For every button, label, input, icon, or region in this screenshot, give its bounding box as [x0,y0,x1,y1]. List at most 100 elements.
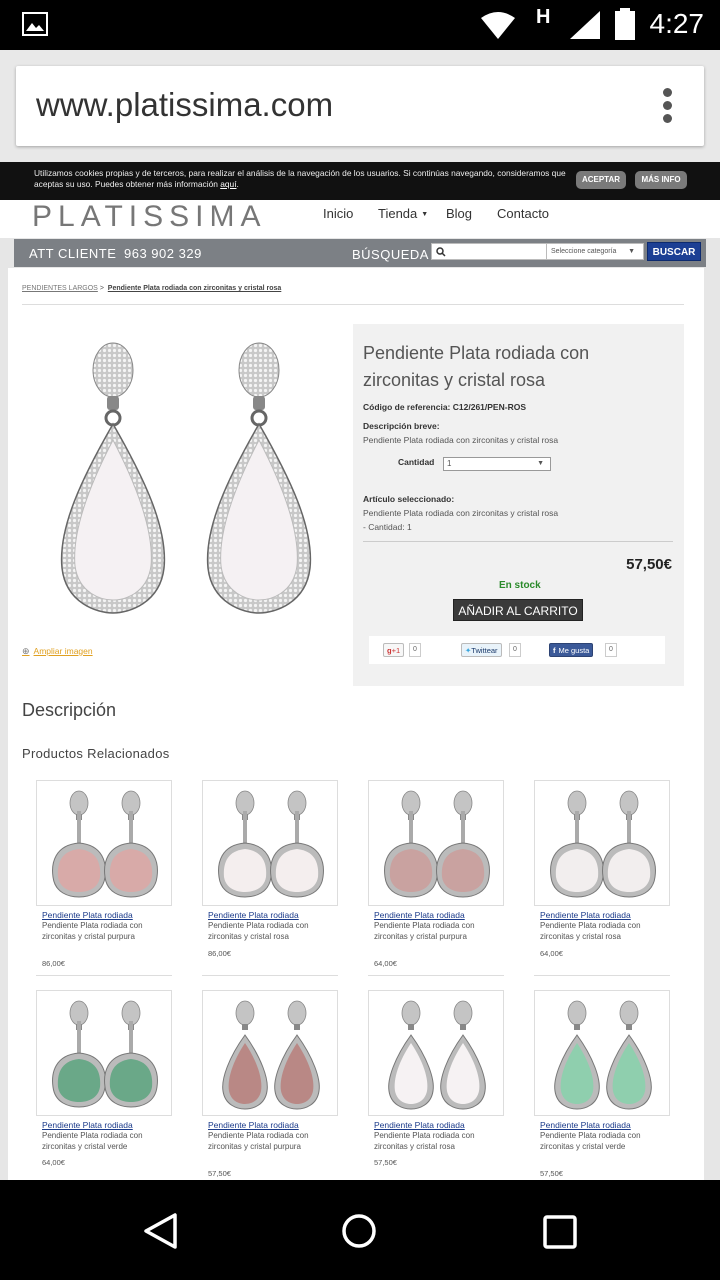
related-product-price: 57,50€ [374,1158,397,1167]
facebook-label: Me gusta [558,646,590,655]
nav-tienda-label: Tienda [378,206,418,221]
related-products-heading: Productos Relacionados [22,746,170,761]
divider [534,975,670,976]
zoom-image-link[interactable]: ⊕ Ampliar imagen [22,646,93,657]
divider [36,975,172,976]
product-title: Pendiente Plata rodiada con zirconitas y… [363,343,590,390]
search-button[interactable]: BUSCAR [647,242,701,261]
stock-status: En stock [499,580,541,591]
selected-item-label: Artículo seleccionado: [363,494,455,504]
related-product-image[interactable] [534,780,670,906]
nav-tienda[interactable]: Tienda ▼ [378,206,428,221]
related-product-name-link[interactable]: Pendiente Plata rodiada [374,1120,465,1130]
earrings-thumbnail [52,790,158,898]
breadcrumb: PENDIENTES LARGOS > Pendiente Plata rodi… [22,285,281,292]
system-navigation-bar [0,1180,720,1280]
related-product-price: 64,00€ [42,1158,65,1167]
google-plus-count: 0 [409,643,421,657]
related-product-price: 86,00€ [208,949,231,958]
recents-icon[interactable] [542,1214,578,1250]
accept-cookies-button[interactable]: ACEPTAR [576,171,626,189]
related-product-image[interactable] [534,990,670,1116]
related-product-name-link[interactable]: Pendiente Plata rodiada [42,910,133,920]
quantity-value: 1 [447,459,452,468]
twitter-label: Twittear [471,646,498,655]
cookie-info-link[interactable]: aquí [220,179,236,189]
address-bar[interactable]: www.platissima.com [16,66,704,146]
nav-inicio[interactable]: Inicio [323,206,353,221]
related-product-price: 64,00€ [374,959,397,968]
related-product-image[interactable] [36,990,172,1116]
related-product-image[interactable] [202,990,338,1116]
more-info-button[interactable]: MÁS INFO [635,171,687,189]
battery-icon [615,8,635,40]
home-icon[interactable] [340,1212,378,1250]
reference-value: C12/261/PEN-ROS [452,402,526,412]
earrings-thumbnail [52,1000,158,1108]
overflow-menu-icon[interactable] [660,88,674,126]
chevron-down-icon: ▼ [628,248,635,255]
related-product-price: 57,50€ [540,1169,563,1178]
divider [202,975,338,976]
search-input[interactable] [431,243,547,260]
related-product-name-link[interactable]: Pendiente Plata rodiada [374,910,465,920]
network-type-label: H [536,6,551,28]
facebook-count: 0 [605,643,617,657]
related-product-price: 57,50€ [208,1169,231,1178]
add-to-cart-button[interactable]: AÑADIR AL CARRITO [453,599,583,621]
selected-item-name: Pendiente Plata rodiada con zirconitas y… [363,508,559,518]
related-product-name-link[interactable]: Pendiente Plata rodiada [208,910,299,920]
signal-icon [570,11,600,39]
related-product-image[interactable] [368,780,504,906]
divider [22,304,684,305]
related-product-image[interactable] [368,990,504,1116]
short-description: Pendiente Plata rodiada con zirconitas y… [363,435,559,445]
dropdown-arrow-icon: ▼ [421,211,429,218]
customer-service-label: ATT CLIENTE [29,246,117,261]
url-text[interactable]: www.platissima.com [36,86,333,124]
nav-contacto[interactable]: Contacto [497,206,549,221]
divider [368,975,504,976]
status-bar: H 4:27 [0,0,720,50]
earrings-thumbnail [384,790,490,898]
product-image[interactable] [22,328,342,638]
short-description-label: Descripción breve: [363,421,440,431]
breadcrumb-current: Pendiente Plata rodiada con zirconitas y… [107,285,282,292]
related-product-description: Pendiente Plata rodiada con zirconitas y… [374,1131,475,1151]
related-product-name-link[interactable]: Pendiente Plata rodiada [208,1120,299,1130]
search-label: BÚSQUEDA [352,247,429,262]
earrings-thumbnail [218,790,324,898]
image-notification-icon [22,12,48,36]
related-product-description: Pendiente Plata rodiada con zirconitas y… [374,921,475,941]
related-product-description: Pendiente Plata rodiada con zirconitas y… [540,1131,641,1151]
description-heading: Descripción [22,700,117,720]
customer-phone[interactable]: 963 902 329 [124,246,202,261]
related-product-name-link[interactable]: Pendiente Plata rodiada [540,1120,631,1130]
site-logo[interactable]: PLATISSIMA [32,200,267,234]
google-plus-label: +1 [391,646,401,655]
related-product-image[interactable] [202,780,338,906]
search-icon [436,247,446,257]
related-product-name-link[interactable]: Pendiente Plata rodiada [540,910,631,920]
twitter-count: 0 [509,643,521,657]
earrings-thumbnail [222,1000,320,1110]
related-product-name-link[interactable]: Pendiente Plata rodiada [42,1120,133,1130]
chevron-down-icon: ▼ [537,460,544,467]
social-share-bar: g+1 0 ✦Twittear 0 f Me gusta 0 [369,636,665,664]
earrings-illustration [60,342,312,614]
related-product-description: Pendiente Plata rodiada con zirconitas y… [208,921,309,941]
google-plus-button[interactable]: g+1 [383,643,405,657]
related-product-image[interactable] [36,780,172,906]
breadcrumb-parent[interactable]: PENDIENTES LARGOS [22,285,98,292]
category-select[interactable]: Seleccione categoría ▼ [546,243,644,260]
facebook-like-button[interactable]: f Me gusta [549,643,594,657]
wifi-icon [481,12,515,39]
quantity-select[interactable]: 1 ▼ [443,457,551,471]
breadcrumb-separator: > [99,285,104,292]
back-icon[interactable] [142,1212,178,1250]
twitter-button[interactable]: ✦Twittear [461,643,502,657]
nav-blog[interactable]: Blog [446,206,472,221]
selected-item-quantity: - Cantidad: 1 [363,522,412,532]
zoom-label: Ampliar imagen [33,646,93,656]
reference-label: Código de referencia: [363,402,451,412]
